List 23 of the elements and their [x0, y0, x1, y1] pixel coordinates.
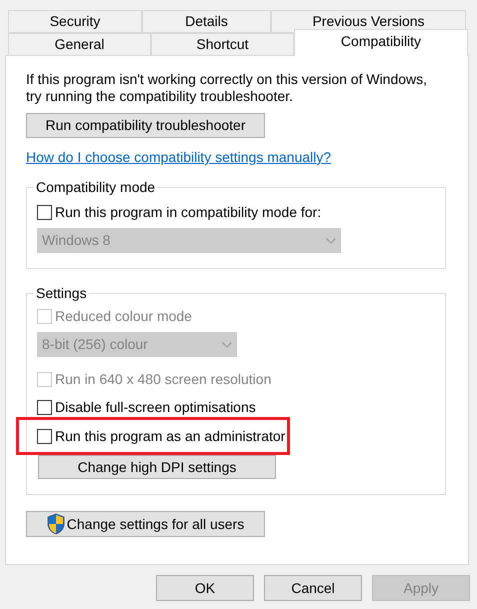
- chevron-down-icon: [222, 342, 232, 348]
- dpi-settings-button[interactable]: Change high DPI settings: [38, 455, 276, 479]
- tab[interactable]: General: [8, 33, 151, 56]
- troubleshooter-button[interactable]: Run compatibility troubleshooter: [26, 113, 265, 138]
- checkbox-label: Run in 640 x 480 screen resolution: [55, 370, 272, 388]
- tab[interactable]: Security: [8, 10, 142, 33]
- tab[interactable]: Shortcut: [151, 33, 294, 56]
- checkbox[interactable]: [37, 428, 52, 444]
- dialog-button[interactable]: Cancel: [264, 575, 362, 601]
- shield-icon: [46, 513, 65, 535]
- checkbox[interactable]: [37, 400, 52, 414]
- chevron-down-icon: [326, 238, 336, 244]
- checkbox-label: Reduced colour mode: [55, 306, 192, 326]
- tab[interactable]: Details: [142, 10, 271, 33]
- help-link[interactable]: How do I choose compatibility settings manually?: [26, 147, 332, 168]
- checkbox-label: Disable full-screen optimisations: [55, 398, 256, 417]
- checkbox-label: Run this program as an administrator: [55, 426, 286, 446]
- tab[interactable]: Compatibility: [294, 29, 468, 56]
- intro-text: If this program isn't working correctly on this version of Windows, try running the compatibility troubleshooter.: [26, 71, 428, 105]
- all-users-button[interactable]: Change settings for all users: [26, 511, 265, 537]
- dialog-button[interactable]: OK: [156, 575, 254, 601]
- checkbox-label: Run this program in compatibility mode for:: [55, 202, 322, 222]
- checkbox[interactable]: [37, 204, 52, 220]
